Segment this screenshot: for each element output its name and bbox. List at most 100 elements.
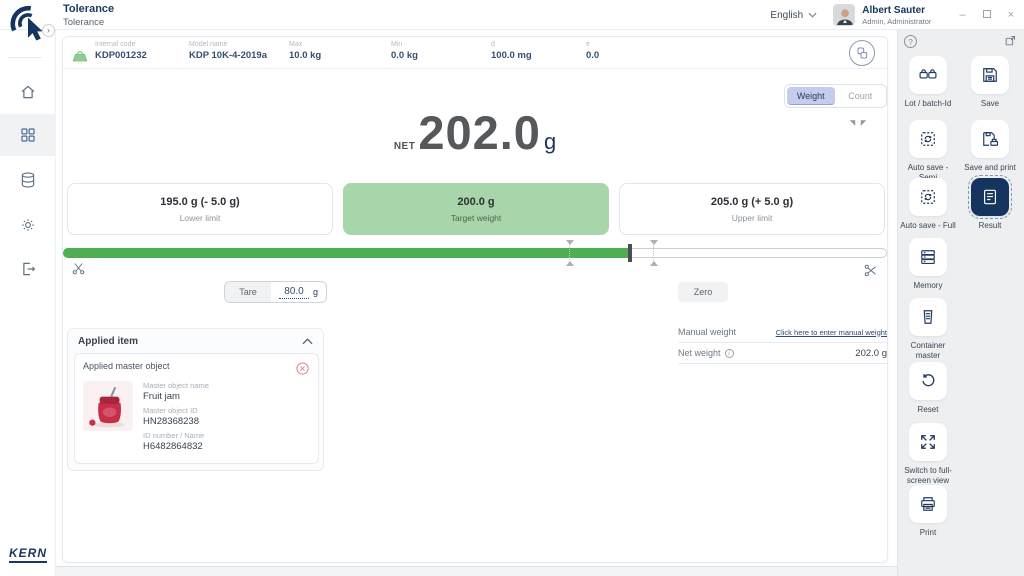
user-info[interactable]: Albert Sauter Admin, Administrator	[862, 5, 931, 26]
upper-limit-label: Upper limit	[732, 213, 773, 223]
field-value: 100.0 mg	[491, 50, 532, 61]
action-container-master: Container master	[899, 298, 957, 360]
tare-button[interactable]: Tare	[225, 282, 271, 302]
net-prefix: NET	[394, 141, 416, 152]
fullscreen-icon	[918, 432, 938, 452]
container-icon	[918, 307, 938, 327]
main-card: Internal code KDP001232 Model name KDP 1…	[62, 36, 888, 563]
field-label: Max	[289, 41, 321, 48]
database-icon	[19, 171, 37, 189]
lot-batch-button[interactable]	[909, 56, 947, 94]
field-label: d	[491, 41, 532, 48]
field-value: 10.0 kg	[289, 50, 321, 61]
sidebar-collapse-button[interactable]: ›	[42, 24, 55, 37]
manual-weight-section: Manual weight Click here to enter manual…	[678, 322, 887, 364]
action-print: Print	[899, 485, 957, 538]
memory-button[interactable]	[909, 238, 947, 276]
maximize-button[interactable]	[983, 10, 991, 21]
save-and-print-button[interactable]	[971, 120, 1009, 158]
info-icon: i	[725, 349, 734, 358]
chevron-down-icon	[808, 12, 817, 18]
auto-save-full-button[interactable]	[909, 178, 947, 216]
fullscreen-button[interactable]	[909, 423, 947, 461]
sidebar-item-settings[interactable]	[0, 204, 56, 246]
field-value: KDP001232	[95, 50, 147, 61]
device-field: Internal code KDP001232	[95, 41, 147, 61]
device-switch-button[interactable]	[849, 40, 875, 66]
action-label: Save	[981, 99, 999, 109]
field-value: 0.0	[586, 50, 599, 61]
net-value: 202.0	[418, 109, 541, 156]
action-label: Lot / batch-Id	[905, 99, 952, 109]
reset-button[interactable]	[909, 362, 947, 400]
page-subtitle: Tolerance	[63, 17, 114, 28]
action-label: Result	[979, 221, 1002, 231]
sidebar-item-modules[interactable]	[0, 114, 56, 156]
save-button[interactable]	[971, 56, 1009, 94]
net-weight-value: 202.0 g	[855, 348, 887, 359]
user-name: Albert Sauter	[862, 5, 931, 16]
apps-grid-icon	[19, 126, 37, 144]
zero-button[interactable]: Zero	[678, 282, 728, 302]
print-button[interactable]	[909, 485, 947, 523]
device-field: d 100.0 mg	[491, 41, 532, 61]
target-weight-box[interactable]: 200.0 g Target weight	[343, 183, 609, 235]
container-master-button[interactable]	[909, 298, 947, 336]
device-field: e 0.0	[586, 41, 599, 61]
collapse-display-icon[interactable]	[847, 117, 869, 129]
result-button[interactable]	[971, 178, 1009, 216]
tare-input[interactable]: 80.0	[279, 286, 309, 299]
upper-limit-box[interactable]: 205.0 g (+ 5.0 g) Upper limit	[619, 183, 885, 235]
master-field-label: Master object ID	[143, 406, 209, 415]
close-button[interactable]: ×	[1008, 10, 1014, 21]
action-save-and-print: Save and print	[958, 120, 1022, 173]
user-role: Admin, Administrator	[862, 17, 931, 26]
gear-icon	[19, 216, 37, 234]
auto-save-icon	[918, 187, 938, 207]
avatar-photo-icon	[834, 5, 855, 26]
tare-scissors-icon[interactable]	[71, 261, 86, 276]
minimize-button[interactable]: –	[959, 10, 965, 21]
action-result: Result	[958, 178, 1022, 231]
left-sidebar: KERN	[0, 30, 56, 576]
remove-item-icon[interactable]	[295, 361, 310, 376]
action-label: Container master	[899, 341, 957, 360]
manual-weight-link[interactable]: Click here to enter manual weight	[776, 328, 887, 337]
field-value: 0.0 kg	[391, 50, 418, 61]
tare-control: Tare 80.0 g	[224, 281, 327, 303]
action-label: Reset	[918, 405, 939, 415]
language-selector[interactable]: English	[770, 10, 817, 21]
device-field: Model name KDP 10K-4-2019a	[189, 41, 267, 61]
lot-batch-icon	[918, 65, 938, 85]
clear-tare-scissors-icon[interactable]	[863, 263, 878, 278]
chevron-up-icon[interactable]	[302, 338, 313, 345]
sidebar-item-home[interactable]	[0, 71, 56, 113]
toggle-weight[interactable]: Weight	[787, 87, 835, 105]
avatar[interactable]	[833, 4, 855, 26]
net-weight-display: NET 202.0 g	[63, 109, 887, 156]
help-button[interactable]: ?	[904, 35, 917, 48]
sidebar-item-logout[interactable]	[0, 248, 56, 290]
net-weight-label: Net weight i	[678, 348, 734, 358]
master-field-value: H6482864832	[143, 441, 209, 452]
lower-limit-label: Lower limit	[180, 213, 221, 223]
auto-save-semi-button[interactable]	[909, 120, 947, 158]
master-field-label: Master object name	[143, 381, 209, 390]
net-unit: g	[544, 129, 556, 155]
header: Tolerance Tolerance English Albert Saute…	[0, 0, 1024, 30]
manual-weight-label: Manual weight	[678, 327, 736, 337]
lower-limit-box[interactable]: 195.0 g (- 5.0 g) Lower limit	[67, 183, 333, 235]
mode-toggle: Weight Count	[784, 84, 887, 108]
device-switch-icon	[854, 45, 870, 61]
field-label: e	[586, 41, 599, 48]
action-label: Auto save - Full	[900, 221, 956, 231]
sidebar-item-database[interactable]	[0, 159, 56, 201]
action-panel: ? Lot / batch-Id Save Auto save - Semi S…	[897, 30, 1024, 576]
panel-expand-icon[interactable]	[1004, 34, 1017, 47]
field-label: Min	[391, 41, 418, 48]
action-fullscreen: Switch to full-screen view	[899, 423, 957, 485]
device-info-bar: Internal code KDP001232 Model name KDP 1…	[63, 37, 887, 69]
action-auto-save-full: Auto save - Full	[899, 178, 957, 231]
toggle-count[interactable]: Count	[837, 87, 885, 105]
target-weight-label: Target weight	[451, 213, 502, 223]
